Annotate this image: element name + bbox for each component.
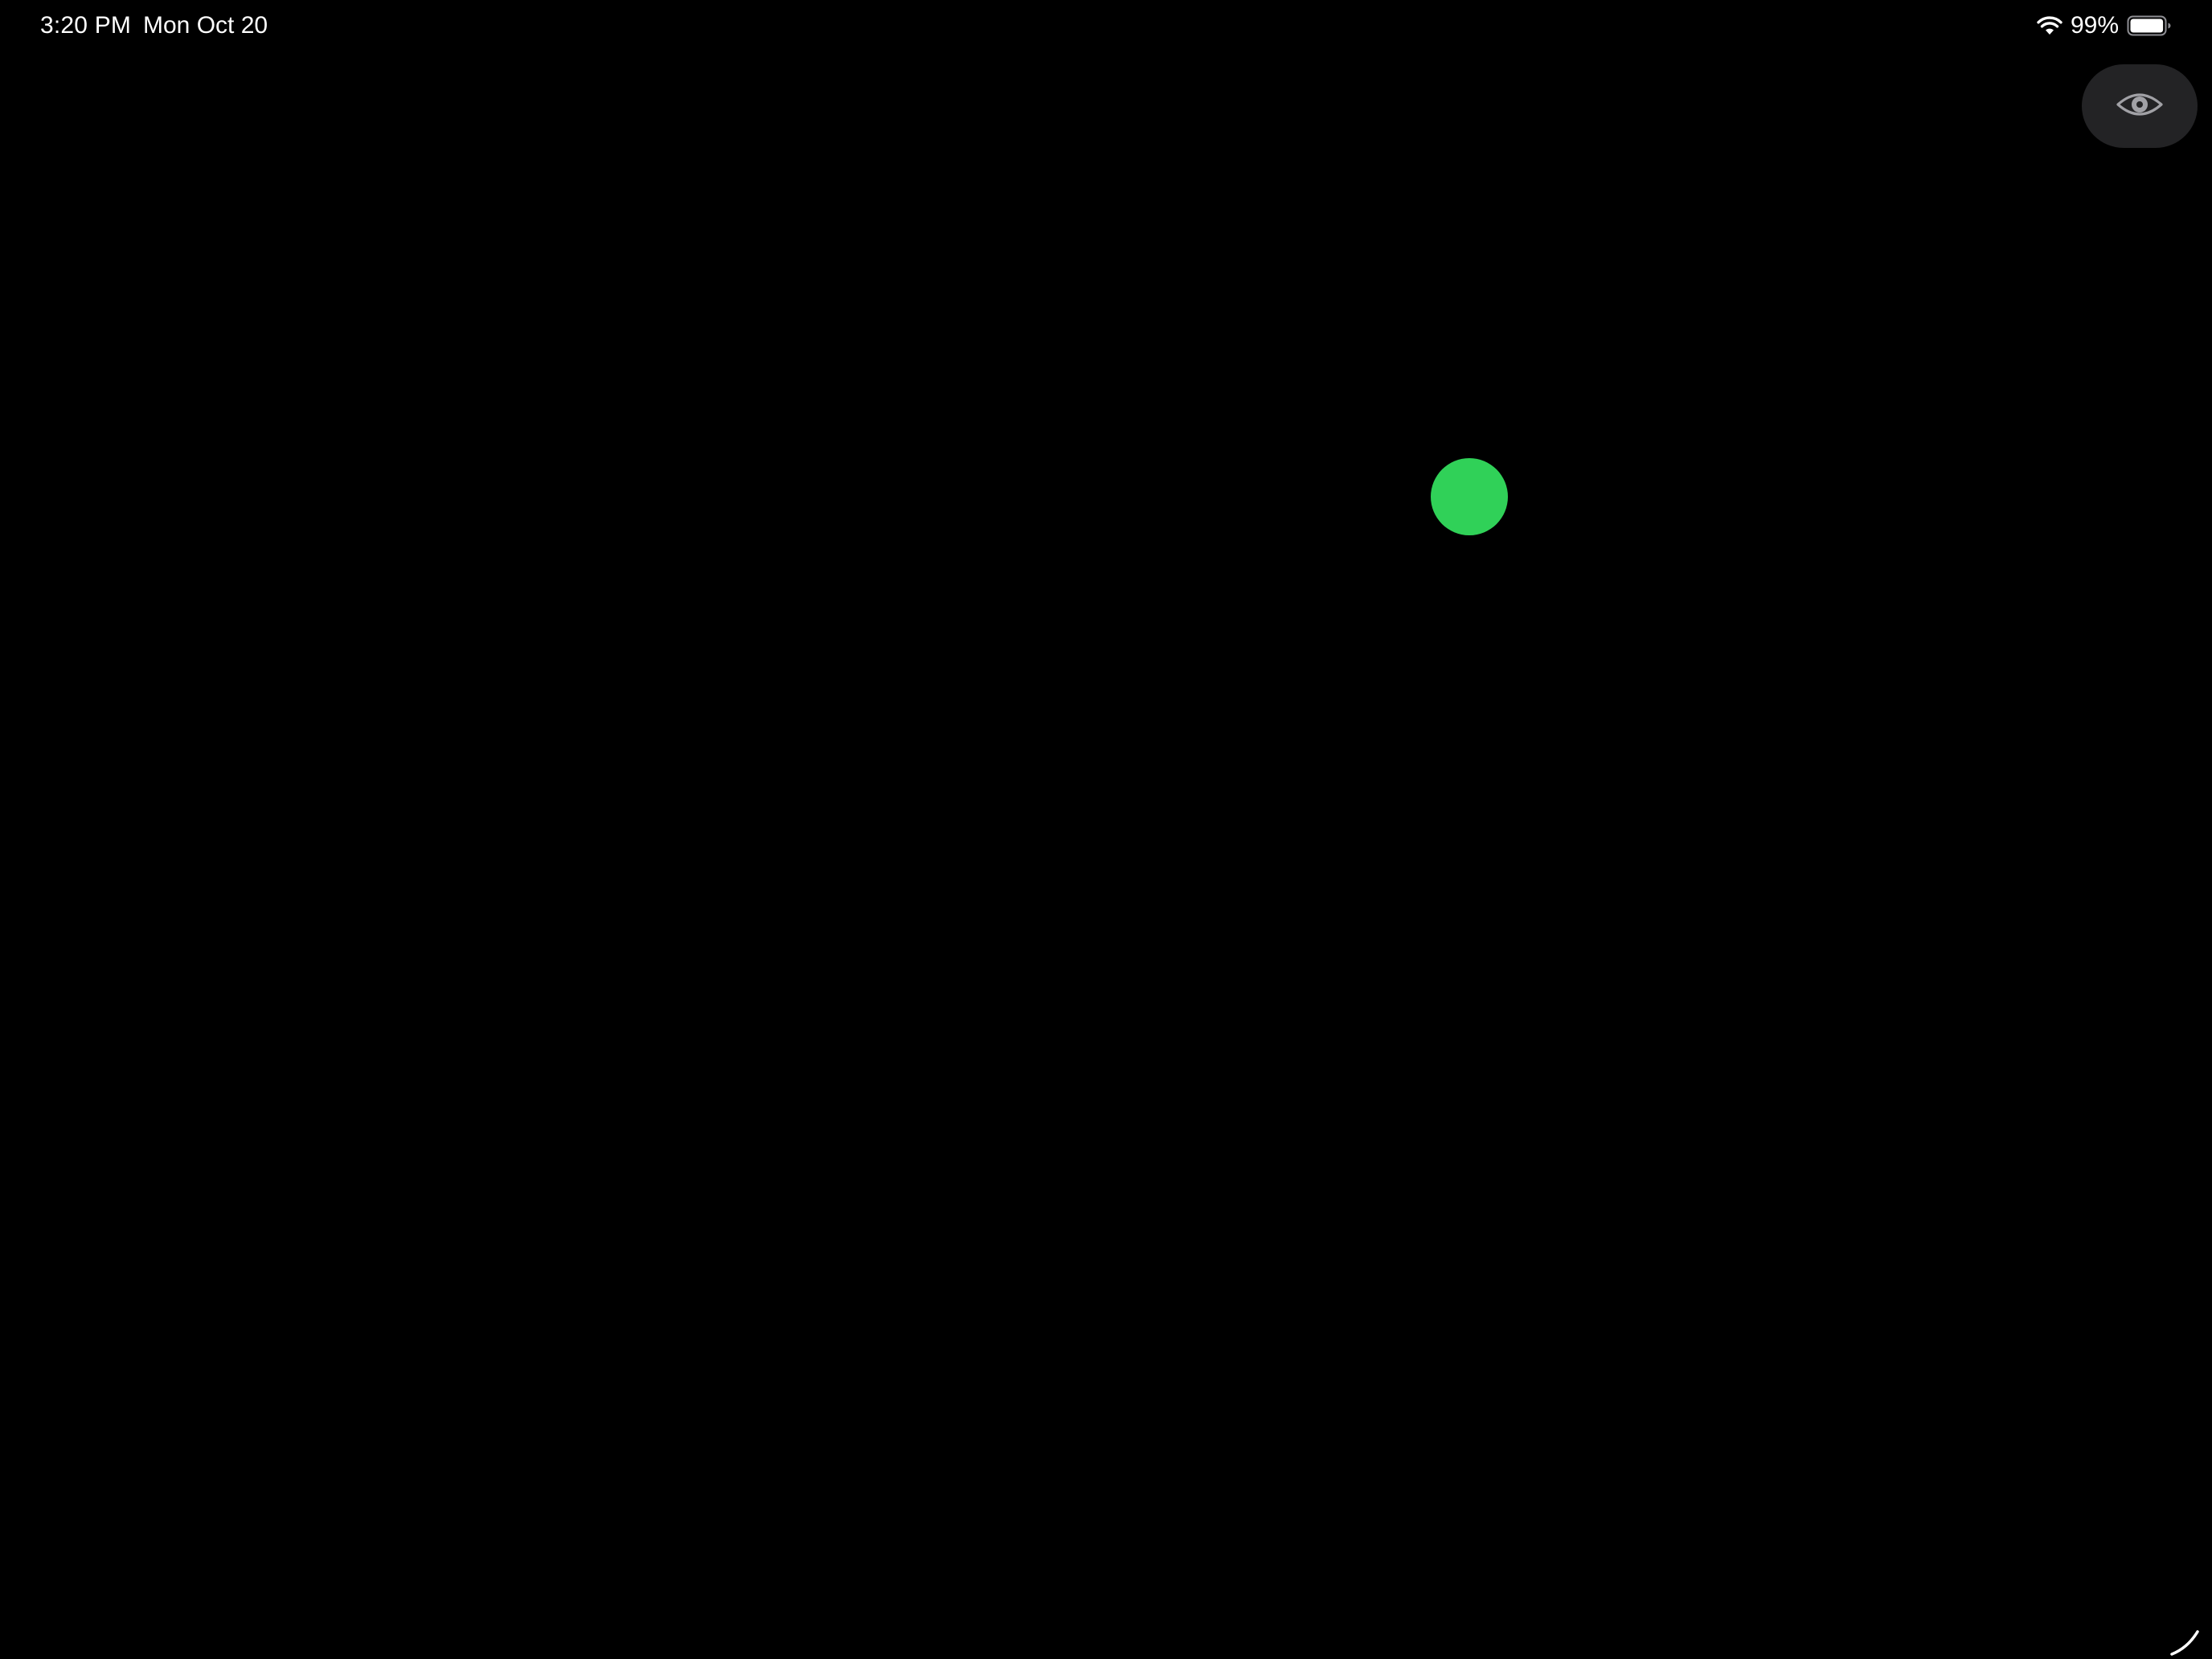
status-bar: 3:20 PM Mon Oct 20 99%: [0, 0, 2212, 51]
status-time: 3:20 PM: [40, 12, 132, 39]
corner-resize-icon[interactable]: [2161, 1608, 2212, 1659]
battery-percentage: 99%: [2070, 12, 2119, 39]
target-dot[interactable]: [1431, 458, 1508, 535]
status-date: Mon Oct 20: [143, 12, 268, 39]
eye-icon: [2116, 88, 2164, 125]
app-screen: 3:20 PM Mon Oct 20 99%: [0, 0, 2212, 1659]
status-indicators: 99%: [2037, 11, 2172, 40]
battery-icon: [2127, 15, 2172, 36]
wifi-icon: [2037, 15, 2062, 36]
eye-toggle-button[interactable]: [2082, 64, 2198, 148]
